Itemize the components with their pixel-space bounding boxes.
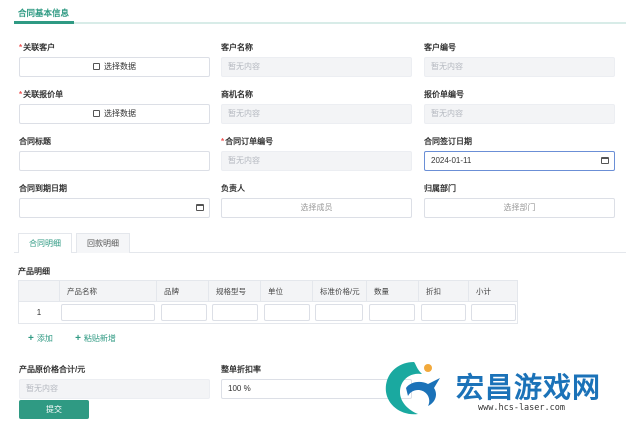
brand-input[interactable] xyxy=(161,304,207,321)
customer-no-input: 暂无内容 xyxy=(424,57,615,77)
label-original-total: 产品原价格合计/元 xyxy=(19,365,86,374)
tab-payment-detail[interactable]: 回款明细 xyxy=(76,233,130,253)
section-tab-indicator xyxy=(14,21,74,24)
label-sign-date: 合同签订日期 xyxy=(424,137,472,146)
field-title: 合同标题 xyxy=(19,136,210,171)
customer-name-input: 暂无内容 xyxy=(221,57,412,77)
unit-input[interactable] xyxy=(264,304,310,321)
label-owner: 负责人 xyxy=(221,184,245,193)
column-header: 数量 xyxy=(366,281,418,302)
label-order-no: 合同订单编号 xyxy=(225,137,274,146)
quantity-input[interactable] xyxy=(369,304,415,321)
label-quote-no: 报价单编号 xyxy=(424,90,464,99)
label-customer-name: 客户名称 xyxy=(221,43,253,52)
watermark-url: www.hcs-laser.com xyxy=(478,403,565,413)
row-index: 1 xyxy=(36,308,42,317)
quote-no-input: 暂无内容 xyxy=(424,104,615,124)
price-input[interactable] xyxy=(315,304,363,321)
column-header: 标准价格/元 xyxy=(312,281,366,302)
column-header: 规格型号 xyxy=(208,281,260,302)
label-quote: 关联报价单 xyxy=(23,90,64,99)
field-dept: 归属部门 选择部门 xyxy=(424,183,615,218)
column-header: 小计 xyxy=(468,281,518,302)
calendar-icon xyxy=(196,204,204,211)
required-mark: * xyxy=(19,43,23,52)
label-opportunity: 商机名称 xyxy=(221,90,253,99)
field-expire-date: 合同到期日期 xyxy=(19,183,210,218)
label-expire-date: 合同到期日期 xyxy=(19,184,67,193)
sign-date-value: 2024-01-11 xyxy=(431,156,472,165)
add-row-button[interactable]: + 添加 xyxy=(28,333,63,344)
product-section-title: 产品明细 xyxy=(18,267,50,276)
field-customer-name: 客户名称 暂无内容 xyxy=(221,42,412,77)
watermark-text: 宏昌游戏网 xyxy=(456,371,602,404)
field-customer-no: 客户编号 暂无内容 xyxy=(424,42,615,77)
required-mark: * xyxy=(19,90,23,99)
table-header: 产品名称 品牌 规格型号 单位 标准价格/元 数量 折扣 小计 xyxy=(18,280,518,302)
column-header: 折扣 xyxy=(418,281,468,302)
tab-contract-detail[interactable]: 合同明细 xyxy=(18,233,72,253)
column-header: 产品名称 xyxy=(59,281,156,302)
discount-input[interactable] xyxy=(421,304,466,321)
section-tab-basic-info[interactable]: 合同基本信息 xyxy=(18,7,69,19)
field-quote: *关联报价单 选择数据 xyxy=(19,89,210,124)
submit-button[interactable]: 提交 xyxy=(19,400,89,419)
sign-date-picker[interactable]: 2024-01-11 xyxy=(424,151,615,171)
original-total-input: 暂无内容 xyxy=(19,379,210,399)
product-table: 产品名称 品牌 规格型号 单位 标准价格/元 数量 折扣 小计 1 xyxy=(18,280,518,324)
select-owner-button[interactable]: 选择成员 xyxy=(221,198,412,218)
paste-add-label: 粘贴新增 xyxy=(83,334,116,343)
label-title: 合同标题 xyxy=(19,137,51,146)
label-customer-no: 客户编号 xyxy=(424,43,456,52)
field-customer: *关联客户 选择数据 xyxy=(19,42,210,77)
plus-icon: + xyxy=(28,333,34,344)
detail-tabs: 合同明细 回款明细 xyxy=(14,229,626,253)
field-opportunity: 商机名称 暂无内容 xyxy=(221,89,412,124)
database-icon xyxy=(93,110,100,117)
calendar-icon xyxy=(601,157,609,164)
required-mark: * xyxy=(221,137,225,146)
opportunity-input: 暂无内容 xyxy=(221,104,412,124)
label-customer: 关联客户 xyxy=(23,43,56,52)
select-customer-button[interactable]: 选择数据 xyxy=(19,57,210,77)
select-quote-button[interactable]: 选择数据 xyxy=(19,104,210,124)
subtotal-input[interactable] xyxy=(471,304,516,321)
column-header: 单位 xyxy=(260,281,312,302)
field-order-no: *合同订单编号 暂无内容 xyxy=(221,136,412,171)
paste-add-button[interactable]: + 粘贴新增 xyxy=(75,333,126,344)
watermark-logo-icon xyxy=(385,362,440,415)
spec-input[interactable] xyxy=(212,304,258,321)
field-sign-date: 合同签订日期 2024-01-11 xyxy=(424,136,615,171)
field-owner: 负责人 选择成员 xyxy=(221,183,412,218)
column-header: 品牌 xyxy=(156,281,208,302)
field-quote-no: 报价单编号 暂无内容 xyxy=(424,89,615,124)
watermark: 宏昌游戏网 www.hcs-laser.com xyxy=(378,356,626,425)
product-name-input[interactable] xyxy=(61,304,155,321)
label-dept: 归属部门 xyxy=(424,184,456,193)
database-icon xyxy=(93,63,100,70)
table-row: 1 xyxy=(18,302,518,324)
order-no-input: 暂无内容 xyxy=(221,151,412,171)
expire-date-picker[interactable] xyxy=(19,198,210,218)
select-dept-button[interactable]: 选择部门 xyxy=(424,198,615,218)
select-customer-text: 选择数据 xyxy=(104,62,136,71)
add-row-label: 添加 xyxy=(36,334,53,343)
field-original-total: 产品原价格合计/元 暂无内容 xyxy=(19,364,210,399)
section-header: 合同基本信息 xyxy=(0,0,626,28)
table-actions: + 添加 + 粘贴新增 xyxy=(28,333,136,344)
title-input[interactable] xyxy=(19,151,210,171)
plus-icon: + xyxy=(75,333,81,344)
section-divider xyxy=(14,22,626,24)
select-quote-text: 选择数据 xyxy=(104,109,136,118)
